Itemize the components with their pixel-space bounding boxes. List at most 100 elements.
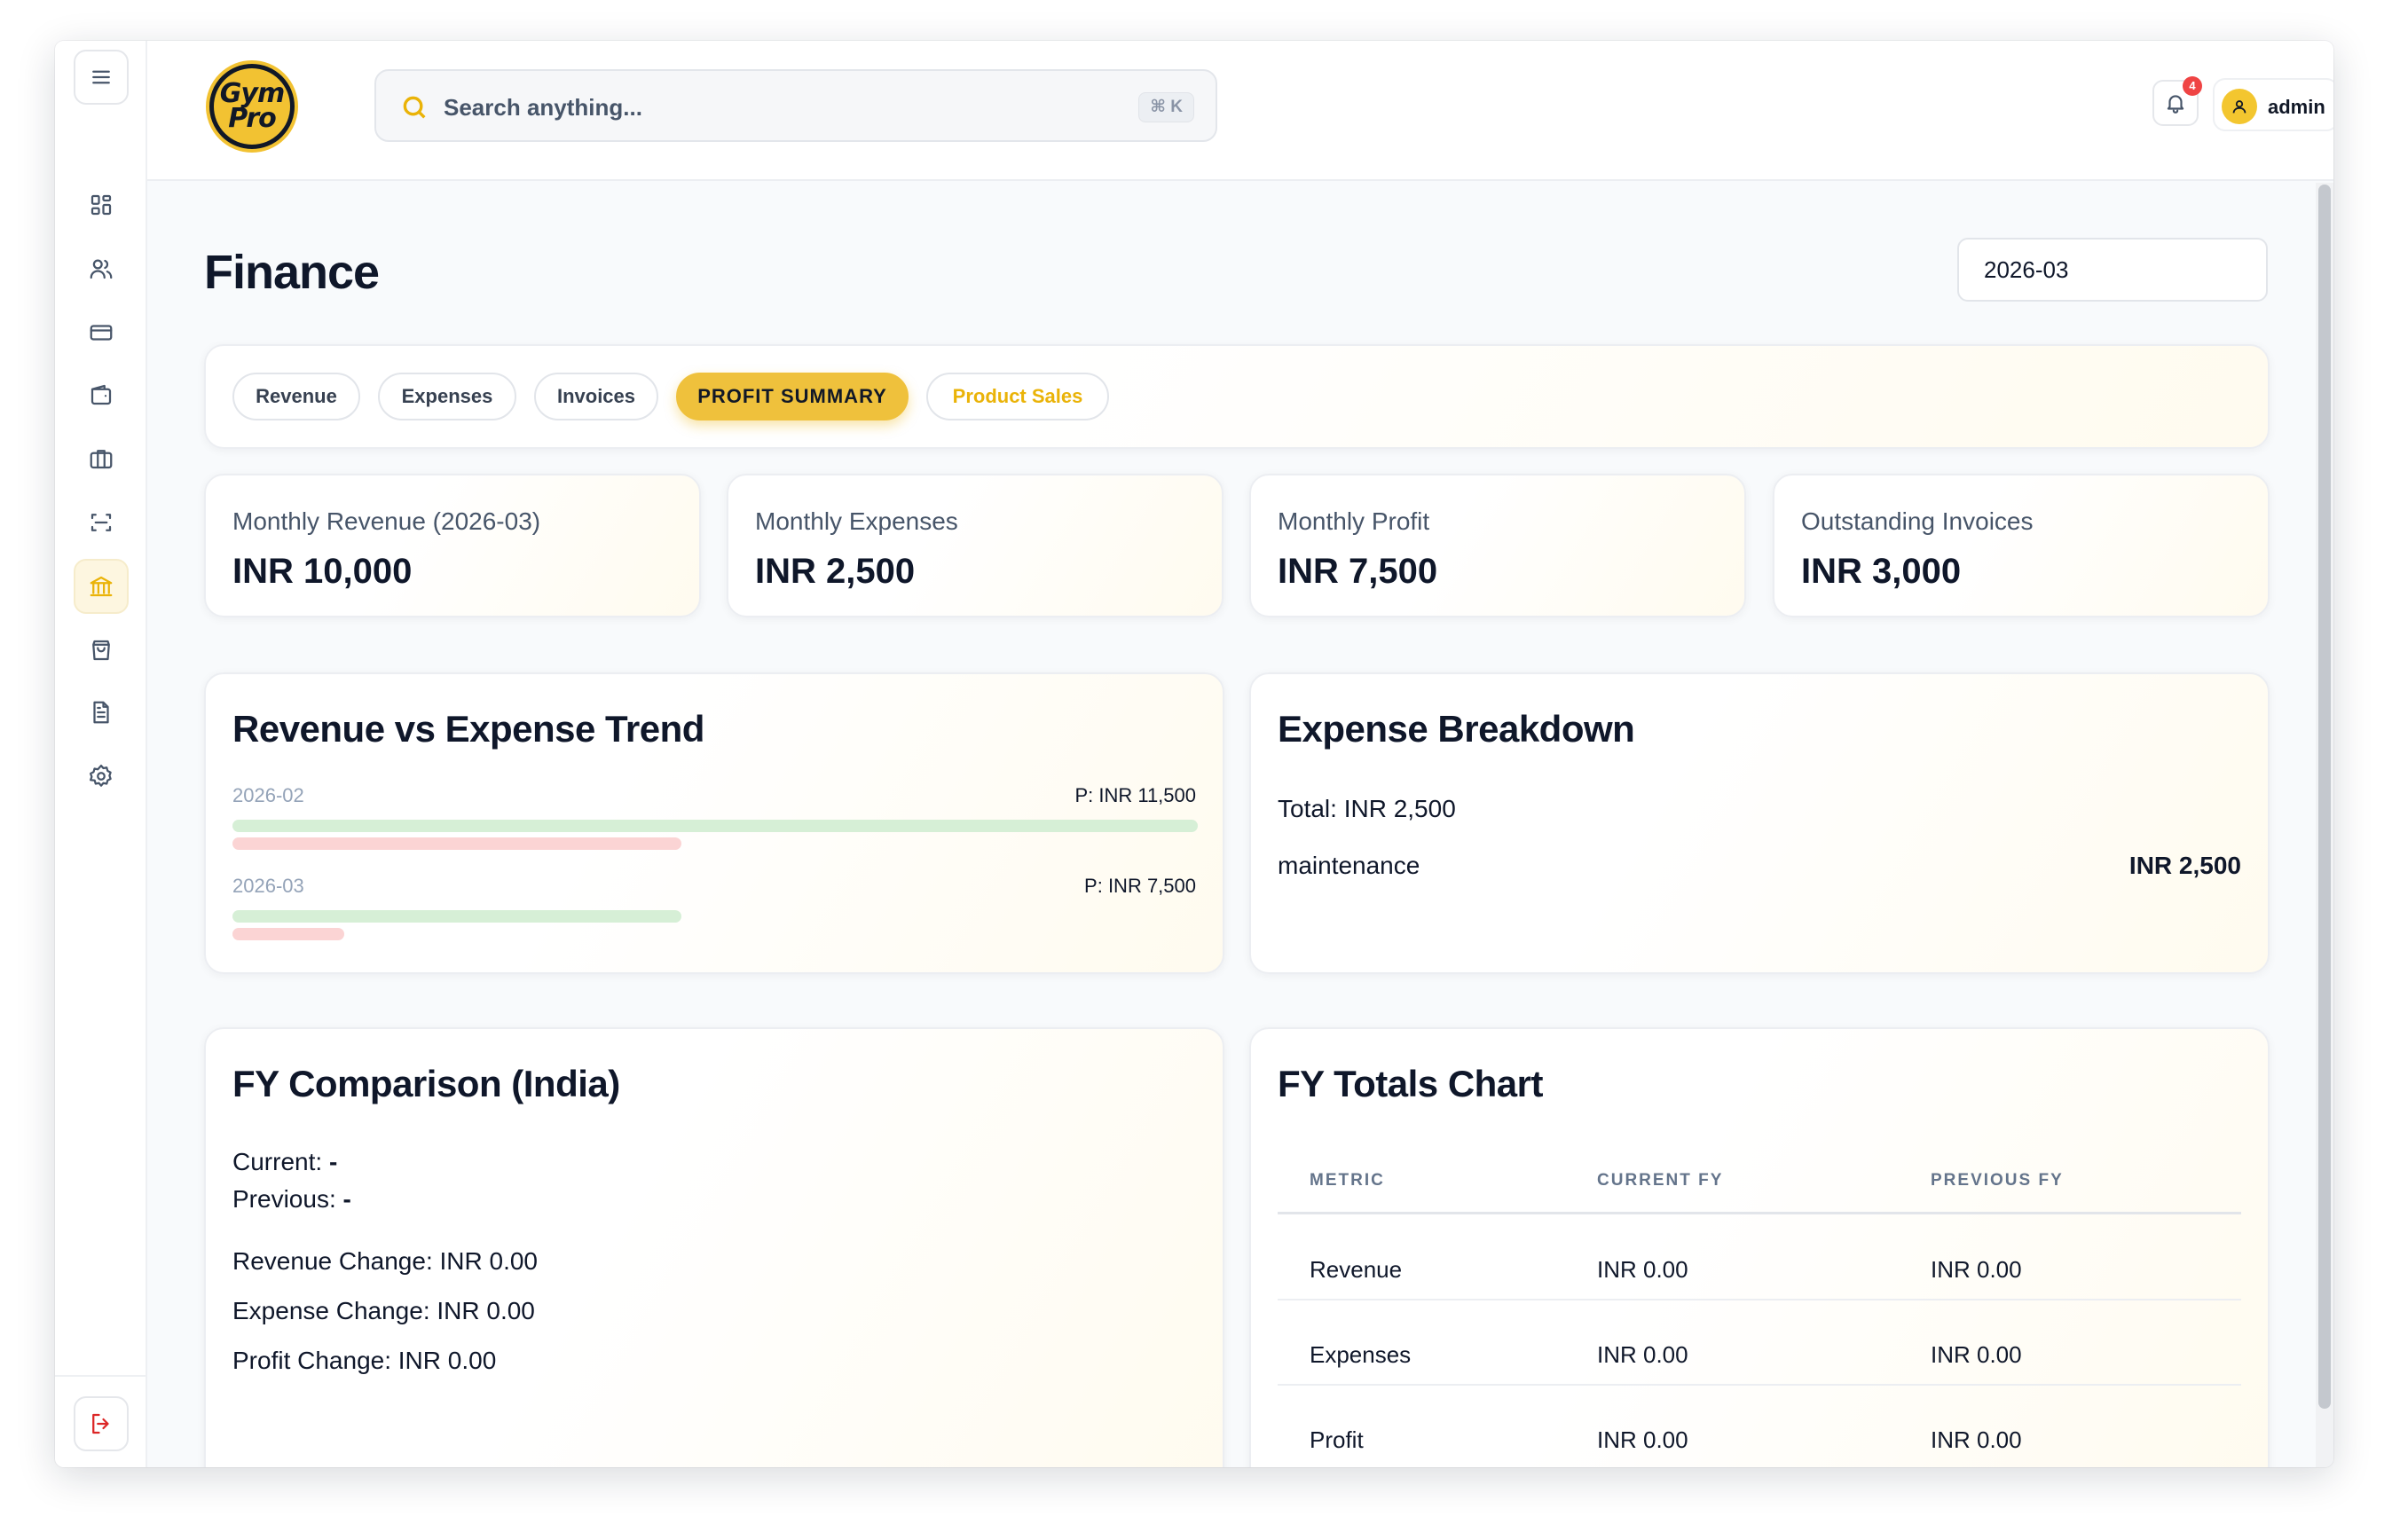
- app-window: Gym Pro Search anything... ⌘ K 4 admin F…: [55, 41, 2333, 1467]
- wallet-icon: [90, 384, 112, 405]
- sidebar-item-finance[interactable]: [74, 559, 129, 614]
- sidebar-item-settings[interactable]: [74, 749, 129, 804]
- menu-toggle-button[interactable]: [74, 50, 129, 105]
- hamburger-icon: [92, 70, 110, 84]
- table-cell-current: INR 0.00: [1597, 1426, 1688, 1453]
- tab-revenue[interactable]: Revenue: [232, 373, 360, 420]
- table-cell-metric: Revenue: [1310, 1256, 1403, 1283]
- stat-label: Outstanding Invoices: [1801, 507, 2034, 535]
- breakdown-amount: INR 2,500: [2128, 852, 2241, 879]
- table-cell-previous: INR 0.00: [1931, 1426, 2022, 1453]
- logout-button[interactable]: [74, 1396, 129, 1451]
- stat-label: Monthly Profit: [1278, 507, 1430, 535]
- revenue-expense-trend-card: Revenue vs Expense Trend 2026-02 P: INR …: [204, 672, 1224, 974]
- briefcase-icon: [90, 450, 113, 469]
- trend-expense-track: [232, 837, 1198, 850]
- trend-month-label: 2026-03: [232, 875, 304, 897]
- sidebar-item-payments[interactable]: [74, 305, 129, 360]
- fy-previous-label: Previous:: [232, 1185, 336, 1213]
- fy-totals-title: FY Totals Chart: [1278, 1063, 1544, 1104]
- scrollbar-thumb[interactable]: [2318, 185, 2331, 1409]
- search-shortcut: ⌘ K: [1138, 92, 1194, 122]
- settings-icon: [90, 765, 112, 787]
- fy-totals-card: FY Totals Chart METRIC CURRENT FY PREVIO…: [1249, 1027, 2270, 1467]
- stat-value: INR 10,000: [232, 552, 413, 591]
- logo-line-2: Pro: [228, 103, 276, 134]
- sidebar-item-wallet[interactable]: [74, 367, 129, 422]
- fy-current-label: Current:: [232, 1148, 323, 1175]
- table-cell-previous: INR 0.00: [1931, 1341, 2022, 1368]
- table-cell-metric: Profit: [1310, 1426, 1364, 1453]
- notification-count-badge: 4: [2183, 76, 2202, 96]
- user-menu-button[interactable]: admin: [2213, 78, 2333, 131]
- table-row-divider: [1278, 1299, 2241, 1300]
- top-header: Gym Pro Search anything... ⌘ K 4 admin: [147, 41, 2333, 181]
- table-header-current-fy: CURRENT FY: [1597, 1171, 1724, 1190]
- sidebar-item-attendance[interactable]: [74, 495, 129, 550]
- breakdown-total: Total: INR 2,500: [1278, 795, 1456, 822]
- fy-comparison-card: FY Comparison (India) Current: - Previou…: [204, 1027, 1224, 1467]
- fy-expense-change: Expense Change: INR 0.00: [232, 1297, 535, 1324]
- user-icon: [2232, 100, 2246, 114]
- search-icon: [403, 96, 426, 119]
- sidebar-item-store[interactable]: [74, 623, 129, 678]
- table-row-divider: [1278, 1384, 2241, 1386]
- trend-month-label: 2026-02: [232, 784, 304, 806]
- table-cell-previous: INR 0.00: [1931, 1256, 2022, 1283]
- stat-value: INR 2,500: [755, 552, 916, 591]
- search-placeholder: Search anything...: [444, 94, 642, 121]
- fy-current-value: -: [328, 1148, 338, 1175]
- notifications-button[interactable]: 4: [2152, 76, 2202, 126]
- page-title: Finance: [204, 246, 380, 299]
- trend-profit-label: P: INR 7,500: [1084, 875, 1196, 897]
- fy-comparison-title: FY Comparison (India): [232, 1063, 620, 1104]
- fy-revenue-change: Revenue Change: INR 0.00: [232, 1247, 538, 1275]
- search-input[interactable]: Search anything... ⌘ K: [374, 69, 1217, 142]
- trend-revenue-bar: [232, 910, 681, 923]
- gympro-logo[interactable]: Gym Pro: [206, 60, 298, 153]
- stat-value: INR 7,500: [1278, 552, 1438, 591]
- trend-expense-track: [232, 928, 1198, 940]
- table-cell-current: INR 0.00: [1597, 1341, 1688, 1368]
- tab-expenses[interactable]: Expenses: [378, 373, 516, 420]
- user-name: admin: [2268, 96, 2325, 118]
- sidebar-item-staff[interactable]: [74, 431, 129, 486]
- table-cell-current: INR 0.00: [1597, 1256, 1688, 1283]
- fy-previous: Previous: -: [232, 1185, 351, 1214]
- trend-title: Revenue vs Expense Trend: [232, 708, 704, 750]
- stat-label: Monthly Expenses: [755, 507, 958, 535]
- sidebar: [55, 41, 147, 1467]
- bank-icon: [90, 576, 113, 597]
- logo-mark: Gym Pro: [214, 68, 290, 145]
- trend-expense-bar: [232, 928, 344, 940]
- finance-tabs: Revenue Expenses Invoices PROFIT SUMMARY…: [204, 344, 2270, 449]
- breakdown-title: Expense Breakdown: [1278, 708, 1635, 750]
- sidebar-divider: [55, 1375, 146, 1377]
- sidebar-item-members[interactable]: [74, 241, 129, 296]
- fy-current: Current: -: [232, 1148, 337, 1176]
- stat-value: INR 3,000: [1801, 552, 1962, 591]
- table-cell-metric: Expenses: [1310, 1341, 1412, 1368]
- table-header-metric: METRIC: [1310, 1171, 1385, 1190]
- sidebar-item-dashboard[interactable]: [74, 177, 129, 232]
- trend-expense-bar: [232, 837, 681, 850]
- stat-card-monthly-revenue: Monthly Revenue (2026-03) INR 10,000: [204, 474, 701, 617]
- breakdown-category: maintenance: [1278, 852, 1420, 879]
- stat-card-monthly-profit: Monthly Profit INR 7,500: [1249, 474, 1746, 617]
- tab-product-sales[interactable]: Product Sales: [926, 373, 1109, 420]
- fy-previous-value: -: [342, 1185, 351, 1213]
- main-scrollbar[interactable]: [2316, 183, 2333, 1467]
- dashboard-icon: [90, 194, 112, 216]
- shopping-bag-icon: [92, 640, 110, 661]
- logout-icon: [92, 1413, 109, 1434]
- users-icon: [90, 259, 113, 279]
- trend-revenue-bar: [232, 820, 1198, 832]
- month-picker-input[interactable]: 2026-03: [1957, 238, 2268, 302]
- tab-invoices[interactable]: Invoices: [534, 373, 658, 420]
- sidebar-item-reports[interactable]: [74, 685, 129, 740]
- tab-profit-summary[interactable]: PROFIT SUMMARY: [676, 373, 909, 420]
- expense-breakdown-card: Expense Breakdown Total: INR 2,500 maint…: [1249, 672, 2270, 974]
- avatar: [2222, 89, 2257, 124]
- trend-revenue-track: [232, 820, 1198, 832]
- stat-label: Monthly Revenue (2026-03): [232, 507, 541, 535]
